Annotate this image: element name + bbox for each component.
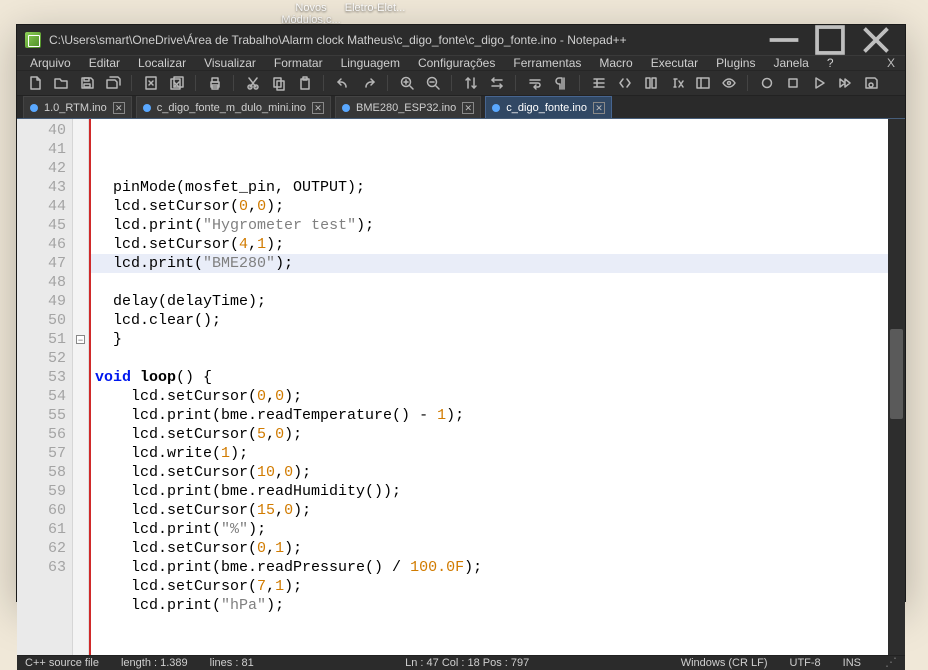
window-title: C:\Users\smart\OneDrive\Área de Trabalho… [49, 33, 627, 47]
menu-linguagem[interactable]: Linguagem [332, 56, 409, 70]
maximize-button[interactable] [807, 25, 853, 55]
save-icon[interactable] [75, 71, 99, 95]
status-encoding[interactable]: UTF-8 [790, 657, 821, 669]
tab-label: BME280_ESP32.ino [356, 102, 456, 114]
folder-panel-icon[interactable] [691, 71, 715, 95]
run-multi-icon[interactable] [833, 71, 857, 95]
tab-close-icon[interactable]: ✕ [113, 102, 125, 114]
monitor-icon[interactable] [717, 71, 741, 95]
toolbar [17, 70, 905, 96]
fold-toggle-icon[interactable]: − [76, 335, 85, 344]
line-number-gutter[interactable]: 4041424344454647484950515253545556575859… [17, 119, 73, 655]
menu-arquivo[interactable]: Arquivo [21, 56, 80, 70]
titlebar[interactable]: C:\Users\smart\OneDrive\Área de Trabalho… [17, 25, 905, 55]
copy-icon[interactable] [267, 71, 291, 95]
indent-guide-icon[interactable] [587, 71, 611, 95]
new-file-icon[interactable] [23, 71, 47, 95]
tab-c_digo_fonte-ino[interactable]: c_digo_fonte.ino ✕ [485, 96, 612, 118]
status-length: length : 1.389 [121, 657, 188, 669]
cut-icon[interactable] [241, 71, 265, 95]
undo-icon[interactable] [331, 71, 355, 95]
func-list-icon[interactable] [665, 71, 689, 95]
status-ovr[interactable]: INS [843, 657, 861, 669]
sync-v-icon[interactable] [459, 71, 483, 95]
tab-status-icon [143, 104, 151, 112]
lang-icon[interactable] [613, 71, 637, 95]
menu-?[interactable]: ? [818, 56, 843, 70]
save-all-icon[interactable] [101, 71, 125, 95]
resize-grip[interactable]: ⋰ [883, 656, 897, 670]
tab-close-icon[interactable]: ✕ [312, 102, 324, 114]
desktop-shortcut[interactable]: Eletro-Elet... [340, 2, 410, 14]
close-all-icon[interactable] [165, 71, 189, 95]
tab-close-icon[interactable]: ✕ [593, 102, 605, 114]
vertical-scrollbar[interactable] [888, 119, 905, 655]
scrollbar-thumb[interactable] [890, 329, 903, 419]
zoom-in-icon[interactable] [395, 71, 419, 95]
sync-h-icon[interactable] [485, 71, 509, 95]
menu-visualizar[interactable]: Visualizar [195, 56, 265, 70]
menubar-close-button[interactable]: X [877, 56, 905, 70]
notepadpp-window: C:\Users\smart\OneDrive\Área de Trabalho… [16, 24, 906, 602]
close-doc-icon[interactable] [139, 71, 163, 95]
tab-close-icon[interactable]: ✕ [462, 102, 474, 114]
wordwrap-icon[interactable] [523, 71, 547, 95]
close-window-button[interactable] [853, 25, 899, 55]
show-all-icon[interactable] [549, 71, 573, 95]
status-language: C++ source file [25, 657, 99, 669]
tab-label: 1.0_RTM.ino [44, 102, 107, 114]
fold-column[interactable]: − [73, 119, 89, 655]
tab-label: c_digo_fonte_m_dulo_mini.ino [157, 102, 306, 114]
doc-map-icon[interactable] [639, 71, 663, 95]
tab-status-icon [492, 104, 500, 112]
tab-status-icon [30, 104, 38, 112]
tab-BME280_ESP32-ino[interactable]: BME280_ESP32.ino ✕ [335, 96, 481, 118]
play-macro-icon[interactable] [807, 71, 831, 95]
menu-janela[interactable]: Janela [764, 56, 817, 70]
print-icon[interactable] [203, 71, 227, 95]
menubar: ArquivoEditarLocalizarVisualizarFormatar… [17, 55, 905, 70]
status-eol[interactable]: Windows (CR LF) [681, 657, 768, 669]
code-editor[interactable]: pinMode(mosfet_pin, OUTPUT); lcd.setCurs… [91, 119, 888, 655]
minimize-button[interactable] [761, 25, 807, 55]
open-folder-icon[interactable] [49, 71, 73, 95]
tab-1-0_RTM-ino[interactable]: 1.0_RTM.ino ✕ [23, 96, 132, 118]
menu-plugins[interactable]: Plugins [707, 56, 764, 70]
paste-icon[interactable] [293, 71, 317, 95]
statusbar: C++ source file length : 1.389 lines : 8… [17, 655, 905, 670]
stop-macro-icon[interactable] [781, 71, 805, 95]
record-macro-icon[interactable] [755, 71, 779, 95]
menu-formatar[interactable]: Formatar [265, 56, 332, 70]
tab-label: c_digo_fonte.ino [506, 102, 587, 114]
tab-c_digo_fonte_m_dulo_mini-ino[interactable]: c_digo_fonte_m_dulo_mini.ino ✕ [136, 96, 331, 118]
save-macro-icon[interactable] [859, 71, 883, 95]
menu-executar[interactable]: Executar [642, 56, 707, 70]
editor-area: 4041424344454647484950515253545556575859… [17, 119, 905, 655]
menu-localizar[interactable]: Localizar [129, 56, 195, 70]
status-position: Ln : 47 Col : 18 Pos : 797 [405, 657, 529, 669]
tab-status-icon [342, 104, 350, 112]
menu-ferramentas[interactable]: Ferramentas [504, 56, 590, 70]
menu-configurações[interactable]: Configurações [409, 56, 504, 70]
menu-macro[interactable]: Macro [590, 56, 641, 70]
menu-editar[interactable]: Editar [80, 56, 129, 70]
app-icon [25, 32, 41, 48]
document-tabs: 1.0_RTM.ino✕c_digo_fonte_m_dulo_mini.ino… [17, 96, 905, 119]
desktop-shortcut[interactable]: Novos Módulos.c... [276, 2, 346, 26]
zoom-out-icon[interactable] [421, 71, 445, 95]
redo-icon[interactable] [357, 71, 381, 95]
status-lines: lines : 81 [210, 657, 254, 669]
